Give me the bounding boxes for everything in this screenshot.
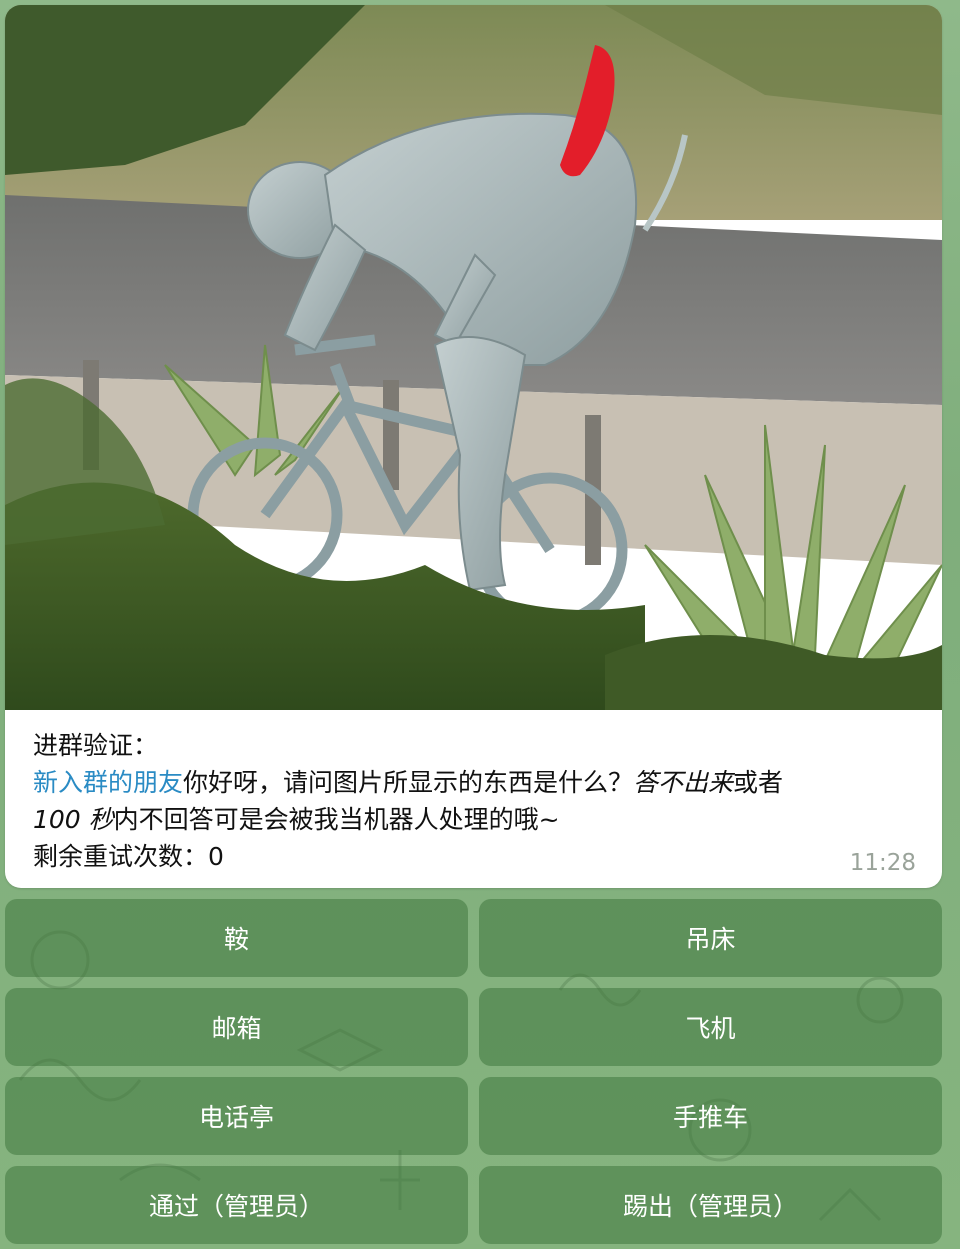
answer-button-mailbox[interactable]: 邮箱 [5, 988, 468, 1066]
admin-approve-button[interactable]: 通过（管理员） [5, 1166, 468, 1244]
inline-keyboard: 鞍 吊床 邮箱 飞机 电话亭 手推车 通过（管理员） 踢出（管理员） [5, 899, 942, 1249]
answer-button-phone-booth[interactable]: 电话亭 [5, 1077, 468, 1155]
verification-message-bubble: 进群验证： 新入群的朋友你好呀，请问图片所显示的东西是什么？答不出来或者 100… [5, 5, 942, 888]
verification-text: 进群验证： 新入群的朋友你好呀，请问图片所显示的东西是什么？答不出来或者 100… [33, 727, 913, 875]
italic-cant-answer: 答不出来 [633, 768, 734, 797]
or-text: 或者 [733, 768, 784, 797]
italic-timeout: 100 秒 [33, 805, 114, 834]
warning-text: 内不回答可是会被我当机器人处理的哦~ [113, 805, 560, 834]
answer-button-saddle[interactable]: 鞍 [5, 899, 468, 977]
admin-kick-button[interactable]: 踢出（管理员） [479, 1166, 942, 1244]
answer-button-cart[interactable]: 手推车 [479, 1077, 942, 1155]
answer-button-hammock[interactable]: 吊床 [479, 899, 942, 977]
new-member-mention[interactable]: 新入群的朋友 [33, 768, 183, 797]
message-timestamp: 11:28 [849, 850, 916, 876]
verification-prefix: 进群验证： [33, 731, 159, 760]
question-text: 你好呀，请问图片所显示的东西是什么？ [183, 768, 634, 797]
answer-button-airplane[interactable]: 飞机 [479, 988, 942, 1066]
captcha-photo-bicycle-statue [5, 5, 942, 710]
retries-remaining: 剩余重试次数：0 [33, 842, 224, 871]
